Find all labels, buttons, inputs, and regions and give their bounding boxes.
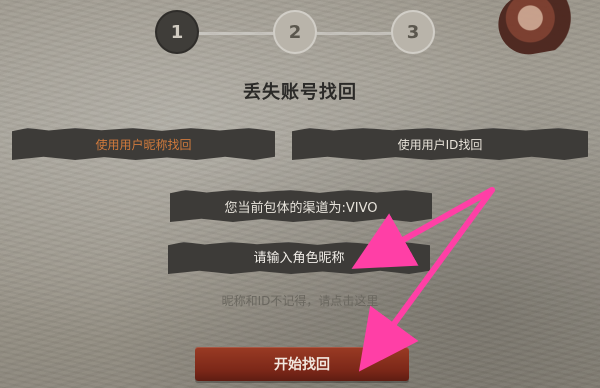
tab-id-recovery[interactable]: 使用用户ID找回: [292, 128, 588, 160]
tab-id-recovery-label: 使用用户ID找回: [397, 137, 483, 152]
tab-nickname-recovery-label: 使用用户昵称找回: [95, 137, 192, 152]
channel-info-text: 您当前包体的渠道为:VIVO: [224, 200, 378, 216]
nickname-input-bar[interactable]: [168, 242, 430, 274]
forgot-nickname-id-link[interactable]: 昵称和ID不记得，请点击这里: [0, 292, 600, 309]
start-recovery-button-label: 开始找回: [274, 357, 330, 373]
nickname-input[interactable]: [168, 242, 430, 274]
start-recovery-button[interactable]: 开始找回: [195, 347, 409, 381]
channel-info-bar: 您当前包体的渠道为:VIVO: [170, 190, 432, 222]
step-indicator: 1 2 3: [155, 10, 435, 58]
page-title: 丢失账号找回: [243, 82, 357, 103]
step-2: 2: [273, 10, 317, 54]
tab-nickname-recovery[interactable]: 使用用户昵称找回: [12, 128, 275, 160]
step-1: 1: [155, 10, 199, 54]
step-3: 3: [391, 10, 435, 54]
